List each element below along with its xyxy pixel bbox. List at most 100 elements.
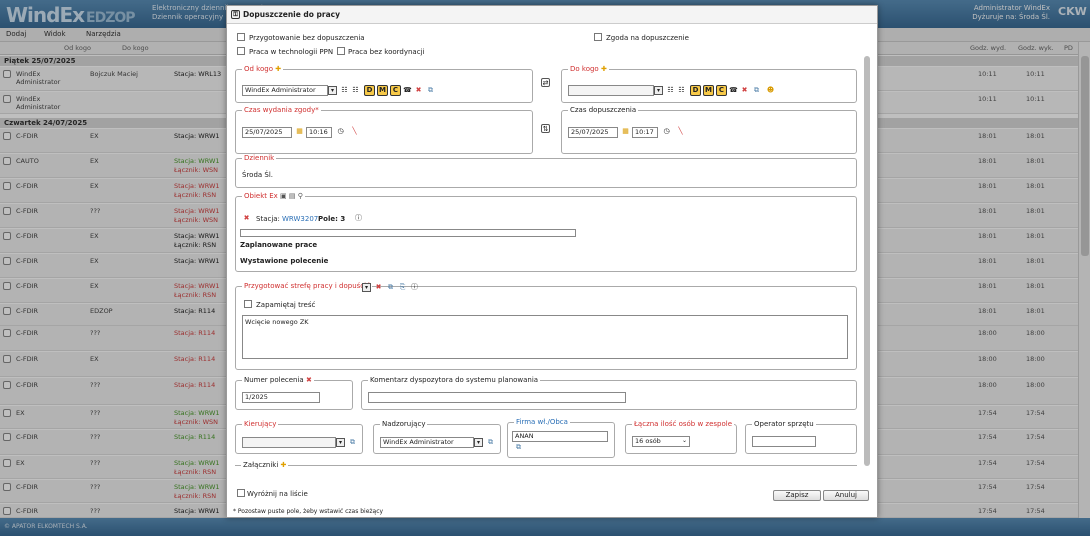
komentarz-legend: Komentarz dyspozytora do systemu planowa… <box>368 376 541 384</box>
czas-dopuszczenia-section: Czas dopuszczenia 25/07/2025 ▦ 10:17 ◷ ╲ <box>561 106 857 154</box>
czas-wydania-date[interactable]: 25/07/2025 <box>242 127 292 138</box>
obiekt-legend: Obiekt Ex ▣ ▤ ⚲ <box>242 192 305 200</box>
checkbox-bez-dopuszczenia-label: Przygotowanie bez dopuszczenia <box>249 34 365 42</box>
strefa-legend: Przygotować strefę pracy i dopuścić <box>242 282 372 290</box>
copy-icon[interactable]: ⧉ <box>752 86 761 95</box>
paste-text-icon[interactable]: ⎘ <box>398 283 407 292</box>
do-kogo-dropdown-icon[interactable]: ▾ <box>654 86 663 95</box>
remove-icon[interactable]: ✖ <box>740 86 749 95</box>
strefa-textarea[interactable]: Wcięcie nowego ZK <box>242 315 848 359</box>
laczna-dropdown-icon[interactable]: ⌄ <box>680 437 689 446</box>
nadzorujacy-select[interactable]: WindEx Administrator <box>380 437 474 448</box>
info-icon[interactable]: ⓘ <box>354 214 363 223</box>
zalaczniki-divider <box>235 465 857 466</box>
wyroznij-label: Wyróżnij na liście <box>247 490 308 498</box>
dziennik-value: Środa Śl. <box>242 171 274 179</box>
stacja-link[interactable]: WRW3207 <box>282 215 318 223</box>
nadzorujacy-legend: Nadzorujący <box>380 420 428 428</box>
kierujacy-legend: Kierujący <box>242 420 279 428</box>
d-icon[interactable]: D <box>364 85 375 96</box>
info-icon[interactable]: ⓘ <box>410 283 419 292</box>
od-kogo-select[interactable]: WindEx Administrator <box>242 85 328 96</box>
checkbox-zgoda[interactable] <box>594 33 602 41</box>
dialog-icon: ⚿ <box>231 10 240 19</box>
dialog-scrollbar-thumb[interactable] <box>864 56 870 466</box>
copy-text-icon[interactable]: ⧉ <box>386 283 395 292</box>
person-list-icon[interactable]: ☷ <box>340 86 349 95</box>
od-kogo-legend: Od kogo ✚ <box>242 65 284 73</box>
clear-time-icon[interactable]: ╲ <box>350 127 359 136</box>
m-icon[interactable]: M <box>377 85 388 96</box>
numer-section: Numer polecenia ✖ 1/2025 <box>235 376 353 410</box>
user-icon[interactable]: ☻ <box>766 86 775 95</box>
d-icon[interactable]: D <box>690 85 701 96</box>
c-icon[interactable]: C <box>716 85 727 96</box>
numer-legend: Numer polecenia ✖ <box>242 376 314 384</box>
strefa-section: Przygotować strefę pracy i dopuścić ▾ ✖ … <box>235 282 857 370</box>
nadzorujacy-dropdown-icon[interactable]: ▾ <box>474 438 483 447</box>
checkbox-zgoda-label: Zgoda na dopuszczenie <box>606 34 689 42</box>
phone-icon[interactable]: ☎ <box>729 86 738 95</box>
footnote: * Pozostaw puste pole, żeby wstawić czas… <box>233 508 384 515</box>
nadzorujacy-section: Nadzorujący WindEx Administrator ▾ ⧉ <box>373 420 501 454</box>
person-list2-icon[interactable]: ☷ <box>677 86 686 95</box>
person-list2-icon[interactable]: ☷ <box>351 86 360 95</box>
copy-icon[interactable]: ⧉ <box>486 438 495 447</box>
kierujacy-select[interactable] <box>242 437 336 448</box>
od-kogo-dropdown-icon[interactable]: ▾ <box>328 86 337 95</box>
stacja-label: Stacja: <box>256 215 280 223</box>
do-kogo-legend: Do kogo ✚ <box>568 65 609 73</box>
laczna-legend: Łączna ilość osób w zespole <box>632 420 735 428</box>
czas-dopuszczenia-date[interactable]: 25/07/2025 <box>568 127 618 138</box>
object-field[interactable] <box>240 229 576 237</box>
swap-icon[interactable]: ⇄ <box>541 78 550 87</box>
remove-object-icon[interactable]: ✖ <box>242 214 251 223</box>
cancel-button[interactable]: Anuluj <box>823 490 869 501</box>
calendar-icon[interactable]: ▦ <box>621 127 630 136</box>
c-icon[interactable]: C <box>390 85 401 96</box>
zalaczniki-legend: Załączniki ✚ <box>241 461 289 469</box>
operator-input[interactable] <box>752 436 816 447</box>
firma-input[interactable]: ANAN <box>512 431 608 442</box>
clear-time-icon[interactable]: ╲ <box>676 127 685 136</box>
copy-icon[interactable]: ⧉ <box>514 443 523 452</box>
czas-dopuszczenia-time[interactable]: 10:17 <box>632 127 658 138</box>
remove-text-icon[interactable]: ✖ <box>374 283 383 292</box>
komentarz-input[interactable] <box>368 392 626 403</box>
dziennik-legend: Dziennik <box>242 154 277 162</box>
obiekt-section: Obiekt Ex ▣ ▤ ⚲ ✖ Stacja: WRW3207 Pole: … <box>235 192 857 272</box>
save-button[interactable]: Zapisz <box>773 490 821 501</box>
checkbox-zapamietaj[interactable] <box>244 300 252 308</box>
copy-icon[interactable]: ⧉ <box>426 86 435 95</box>
remove-icon[interactable]: ✖ <box>414 86 423 95</box>
kierujacy-dropdown-icon[interactable]: ▾ <box>336 438 345 447</box>
dziennik-section: Dziennik Środa Śl. <box>235 154 857 188</box>
numer-input[interactable]: 1/2025 <box>242 392 320 403</box>
checkbox-bez-dopuszczenia[interactable] <box>237 33 245 41</box>
do-kogo-select[interactable] <box>568 85 654 96</box>
dialog-scrollbar[interactable] <box>863 26 871 474</box>
calendar-icon[interactable]: ▦ <box>295 127 304 136</box>
strefa-dropdown-icon[interactable]: ▾ <box>362 283 371 292</box>
firma-legend: Firma wł./Obca <box>514 418 570 426</box>
phone-icon[interactable]: ☎ <box>403 86 412 95</box>
clock-icon[interactable]: ◷ <box>662 127 671 136</box>
app-window: WindExEDZOP Elektroniczny dziennik opera… <box>0 0 1090 536</box>
zaplanowane-prace-label: Zaplanowane prace <box>240 241 318 249</box>
checkbox-ppn[interactable] <box>237 47 245 55</box>
checkbox-ppn-label: Praca w technologii PPN <box>249 48 334 56</box>
czas-wydania-section: Czas wydania zgody* 25/07/2025 ▦ 10:16 ◷… <box>235 106 533 154</box>
od-kogo-section: Od kogo ✚ WindEx Administrator ▾ ☷ ☷ D M… <box>235 65 533 103</box>
kierujacy-section: Kierujący ▾ ⧉ <box>235 420 363 454</box>
sync-time-icon[interactable]: ⇅ <box>541 124 550 133</box>
checkbox-wyroznij[interactable] <box>237 489 245 497</box>
zapamietaj-label: Zapamiętaj treść <box>256 301 316 309</box>
m-icon[interactable]: M <box>703 85 714 96</box>
checkbox-bez-koordynacji[interactable] <box>337 47 345 55</box>
firma-section: Firma wł./Obca ANAN ⧉ <box>507 418 615 458</box>
copy-icon[interactable]: ⧉ <box>348 438 357 447</box>
czas-wydania-time[interactable]: 10:16 <box>306 127 332 138</box>
clock-icon[interactable]: ◷ <box>336 127 345 136</box>
person-list-icon[interactable]: ☷ <box>666 86 675 95</box>
laczna-section: Łączna ilość osób w zespole 16 osób ⌄ <box>625 420 737 454</box>
